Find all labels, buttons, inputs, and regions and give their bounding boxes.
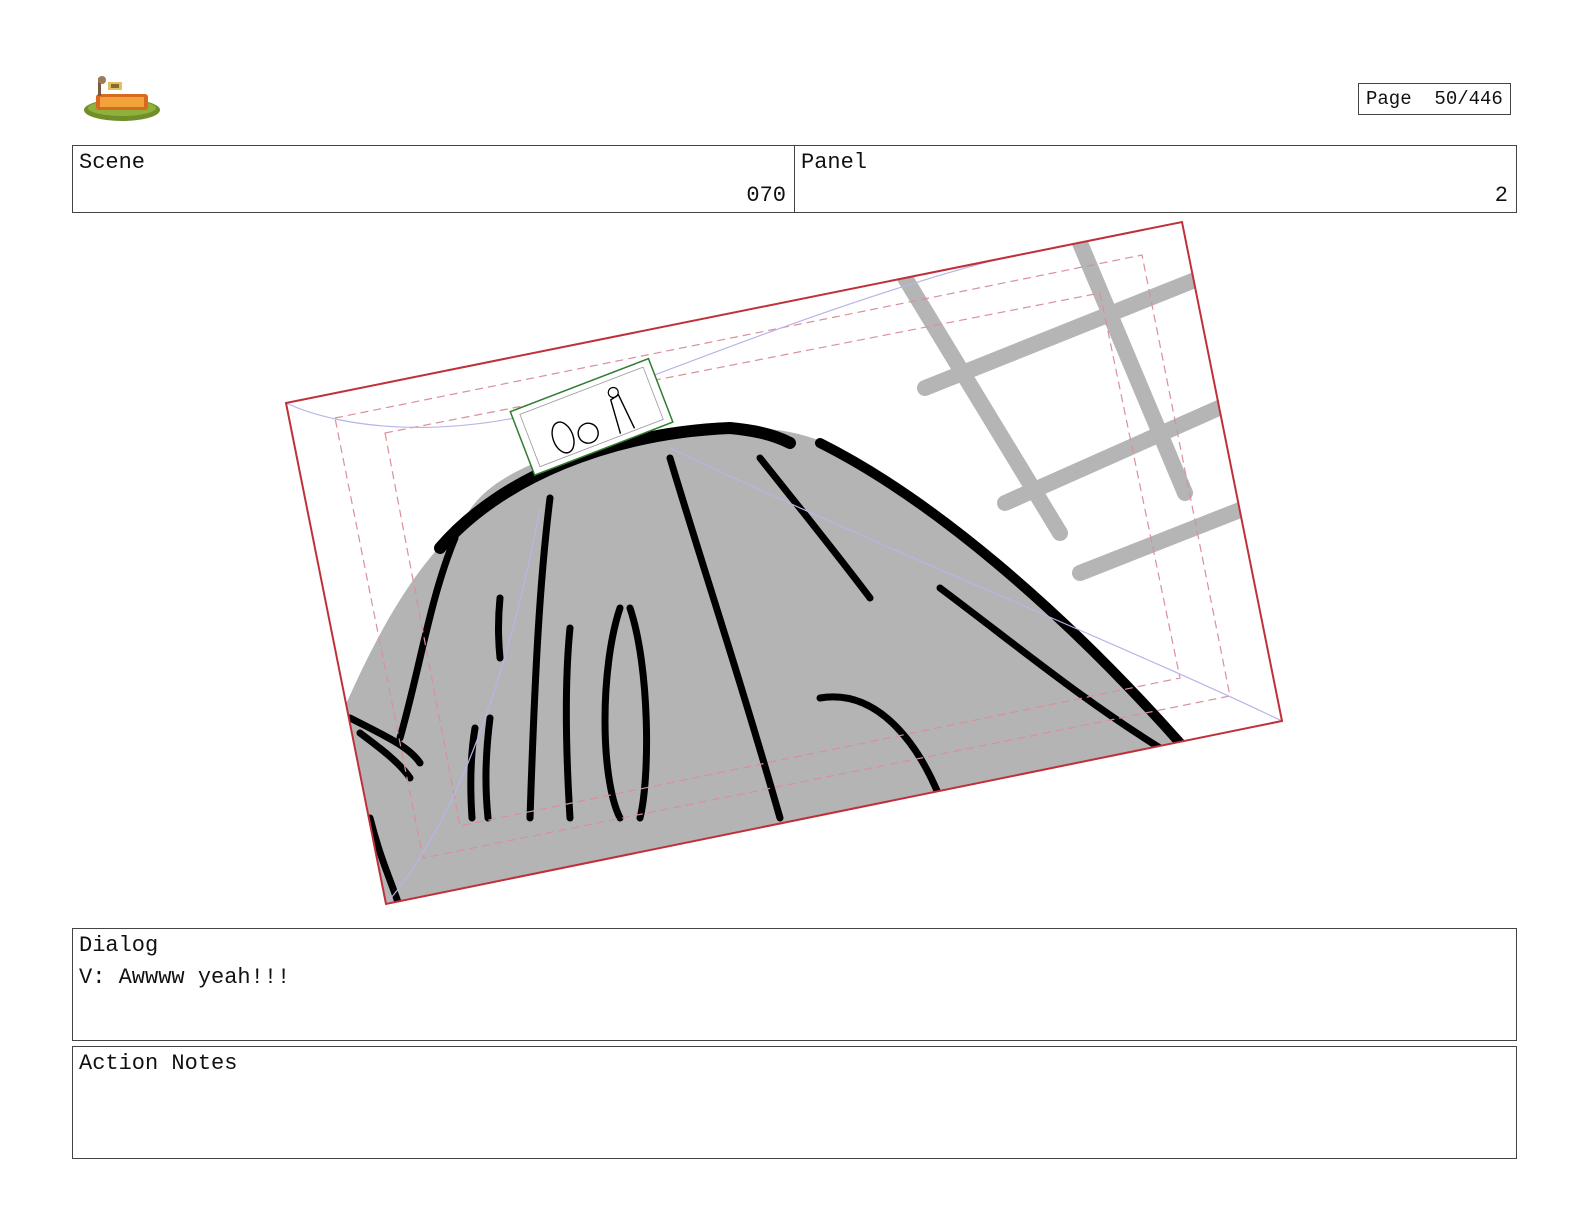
- action-notes-label: Action Notes: [79, 1051, 238, 1076]
- show-logo-icon: [82, 72, 162, 122]
- page-label: Page: [1366, 88, 1412, 110]
- dialog-box: Dialog V: Awwww yeah!!!: [72, 928, 1517, 1041]
- page-indicator: Page 50/446: [1358, 83, 1511, 115]
- scene-number: 070: [746, 183, 786, 208]
- dialog-text: V: Awwww yeah!!!: [79, 965, 291, 990]
- panel-cell: Panel 2: [795, 146, 1516, 212]
- scene-label: Scene: [79, 150, 146, 175]
- action-notes-box: Action Notes: [72, 1046, 1517, 1159]
- panel-label: Panel: [801, 150, 868, 175]
- page-number: 50/446: [1434, 88, 1503, 110]
- storyboard-artwork: [280, 218, 1310, 918]
- scene-cell: Scene 070: [73, 146, 795, 212]
- dialog-label: Dialog: [79, 933, 159, 958]
- panel-number: 2: [1494, 183, 1508, 208]
- scene-panel-header: Scene 070 Panel 2: [72, 145, 1517, 213]
